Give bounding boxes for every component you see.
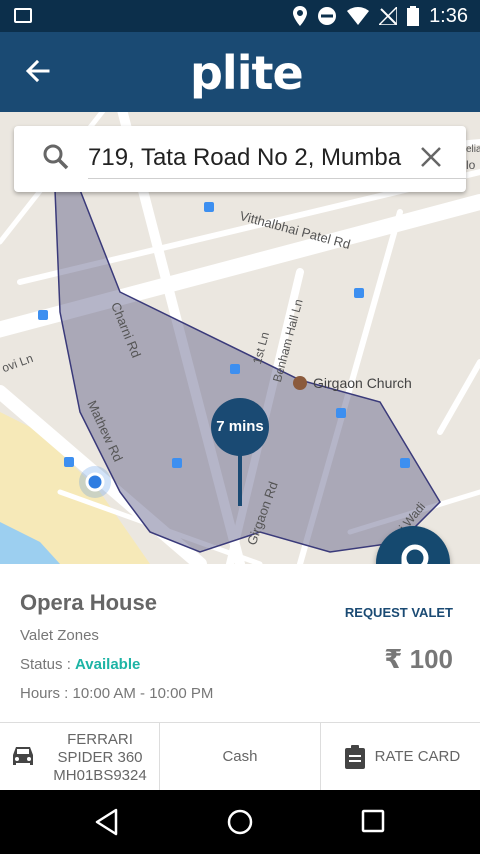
status-value: Available [75, 656, 141, 673]
eta-pin-stem [238, 452, 242, 506]
rate-card-button[interactable]: RATE CARD [321, 723, 480, 790]
search-underline [88, 178, 466, 179]
status-time: 1:36 [429, 4, 468, 27]
vehicle-model: SPIDER 360 [57, 749, 143, 766]
bottom-action-bar: FERRARI SPIDER 360 MH01BS9324 Cash RATE … [0, 722, 480, 790]
image-icon [14, 8, 32, 23]
location-icon [293, 6, 308, 26]
clipboard-icon [344, 745, 365, 769]
vehicle-label: FERRARI SPIDER 360 MH01BS9324 [42, 731, 158, 785]
search-input[interactable] [88, 140, 410, 176]
place-status: Status : Available [20, 656, 140, 673]
payment-label: Cash [222, 748, 258, 765]
request-valet-label[interactable]: REQUEST VALET [345, 605, 453, 620]
vehicle-plate: MH01BS9324 [53, 767, 147, 784]
nav-home-icon[interactable] [226, 808, 254, 836]
search-icon [43, 144, 69, 170]
nav-recents-icon[interactable] [360, 808, 386, 834]
rate-card-label: RATE CARD [374, 748, 461, 765]
no-signal-icon [379, 7, 398, 25]
vehicle-selector[interactable]: FERRARI SPIDER 360 MH01BS9324 [0, 723, 161, 790]
map-label-elia: elia [466, 144, 480, 155]
eta-marker[interactable]: 7 mins [211, 398, 269, 456]
wifi-icon [347, 7, 370, 25]
system-nav-bar [0, 790, 480, 854]
status-bar: 1:36 [0, 0, 480, 32]
place-type: Valet Zones [20, 627, 99, 644]
vehicle-make: FERRARI [67, 731, 133, 748]
nav-back-icon[interactable] [94, 808, 120, 836]
place-title: Opera House [20, 590, 157, 615]
clear-icon[interactable] [418, 144, 444, 170]
price: ₹ 100 [384, 644, 453, 674]
battery-icon [407, 6, 420, 26]
status-label: Status : [20, 656, 76, 673]
back-arrow-icon[interactable] [22, 56, 52, 86]
app-logo: plite [190, 46, 304, 100]
car-icon [13, 747, 33, 765]
app-bar: plite [0, 32, 480, 112]
map-label-lo: lo [466, 158, 476, 172]
search-bar [14, 126, 466, 192]
place-hours: Hours : 10:00 AM - 10:00 PM [20, 685, 214, 702]
map-label-girgaon-church: Girgaon Church [313, 375, 412, 391]
place-info-panel: Opera House Valet Zones Status : Availab… [0, 564, 480, 722]
payment-selector[interactable]: Cash [160, 723, 321, 790]
do-not-disturb-icon [318, 7, 337, 25]
